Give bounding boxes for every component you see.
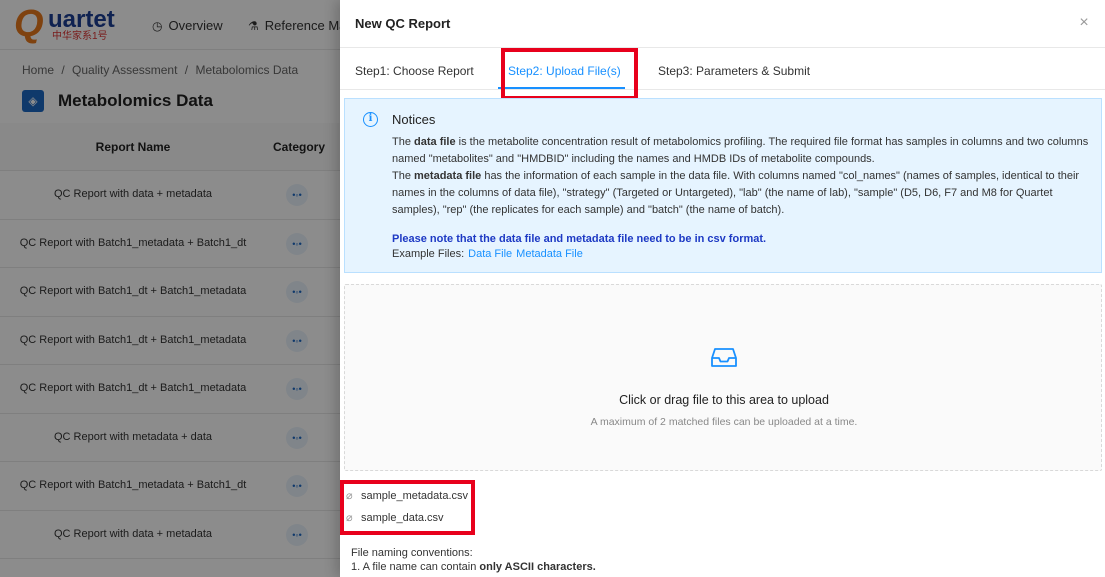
notice-alert: i Notices The data file is the metabolit… — [344, 98, 1102, 273]
drawer-header: New QC Report × — [340, 0, 1105, 48]
example-data-file-link[interactable]: Data File — [468, 248, 512, 260]
info-icon: i — [363, 112, 378, 127]
active-tab-indicator — [498, 87, 625, 89]
tab-step2-upload-files[interactable]: Step2: Upload File(s) — [508, 64, 621, 78]
drawer-title: New QC Report — [355, 16, 451, 31]
paperclip-icon: ⌀ — [346, 490, 353, 502]
tab-step3-parameters-submit[interactable]: Step3: Parameters & Submit — [658, 64, 810, 78]
upload-text: Click or drag file to this area to uploa… — [619, 393, 829, 407]
example-metadata-file-link[interactable]: Metadata File — [516, 248, 583, 260]
example-files: Example Files: Data File Metadata File — [392, 248, 583, 260]
data-file-description: The data file is the metabolite concentr… — [392, 136, 1089, 165]
file-name: sample_data.csv — [361, 512, 444, 524]
metadata-file-description: The metadata file has the information of… — [392, 170, 1080, 216]
uploaded-file-item[interactable]: ⌀ sample_metadata.csv — [346, 489, 468, 507]
paperclip-icon: ⌀ — [346, 512, 353, 524]
upload-hint: A maximum of 2 matched files can be uplo… — [590, 416, 858, 428]
notice-title: Notices — [392, 112, 436, 127]
new-qc-report-drawer: New QC Report × Step1: Choose Report Ste… — [340, 0, 1105, 577]
inbox-icon — [711, 348, 737, 367]
upload-dropzone[interactable]: Click or drag file to this area to uploa… — [344, 284, 1102, 471]
close-icon[interactable]: × — [1073, 12, 1095, 34]
conventions-heading: File naming conventions: — [351, 547, 473, 559]
tab-step1-choose-report[interactable]: Step1: Choose Report — [355, 64, 474, 78]
step-tabs: Step1: Choose Report Step2: Upload File(… — [340, 48, 1105, 90]
notice-body: The data file is the metabolite concentr… — [392, 134, 1092, 219]
file-name: sample_metadata.csv — [361, 490, 468, 502]
csv-format-note: Please note that the data file and metad… — [392, 233, 767, 245]
conventions-rule-1: 1. A file name can contain only ASCII ch… — [351, 561, 596, 573]
uploaded-file-item[interactable]: ⌀ sample_data.csv — [346, 511, 444, 529]
file-naming-conventions: File naming conventions: 1. A file name … — [351, 546, 596, 574]
